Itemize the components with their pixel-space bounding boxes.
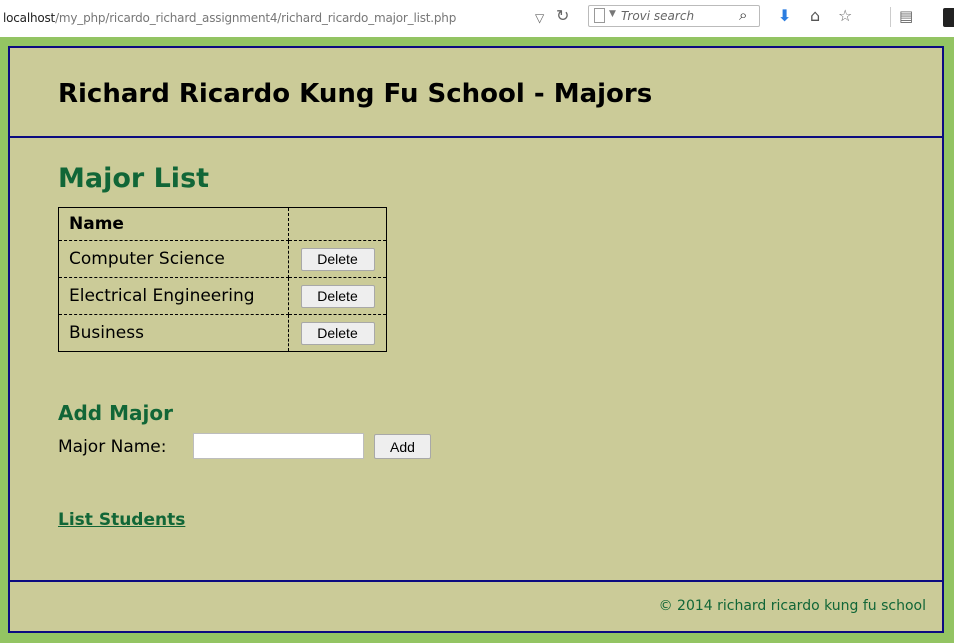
- main-content: Major List Name Computer Science Delete …: [10, 138, 942, 580]
- major-list-heading: Major List: [58, 163, 210, 194]
- page-title: Richard Ricardo Kung Fu School - Majors: [58, 79, 653, 109]
- toolbar-divider: [890, 7, 891, 27]
- page-header: Richard Ricardo Kung Fu School - Majors: [10, 48, 942, 138]
- search-box[interactable]: ▼ Trovi search ⌕: [588, 5, 760, 27]
- delete-button[interactable]: Delete: [300, 284, 375, 308]
- major-name-cell: Business: [58, 314, 289, 352]
- delete-button[interactable]: Delete: [300, 321, 375, 345]
- add-major-heading: Add Major: [58, 401, 173, 425]
- browser-toolbar: localhost/my_php/ricardo_richard_assignm…: [0, 0, 954, 37]
- dropdown-arrow-icon[interactable]: ▽: [535, 8, 544, 28]
- page-background: Richard Ricardo Kung Fu School - Majors …: [0, 37, 954, 643]
- page-container: Richard Ricardo Kung Fu School - Majors …: [8, 46, 944, 633]
- action-cell: Delete: [288, 277, 387, 315]
- table-row: Computer Science Delete: [58, 240, 387, 278]
- major-name-cell: Computer Science: [58, 240, 289, 278]
- footer-copyright: © 2014 richard ricardo kung fu school: [658, 598, 926, 614]
- table-header-row: Name: [58, 207, 387, 241]
- menu-button[interactable]: [943, 8, 954, 27]
- name-column-header: Name: [58, 207, 289, 241]
- page-icon: [594, 8, 605, 23]
- reload-icon[interactable]: ↻: [556, 6, 569, 26]
- url-path: /my_php/ricardo_richard_assignment4/rich…: [55, 11, 457, 25]
- home-icon[interactable]: ⌂: [810, 6, 820, 26]
- major-name-label: Major Name:: [58, 437, 167, 457]
- add-button[interactable]: Add: [374, 434, 431, 459]
- major-name-cell: Electrical Engineering: [58, 277, 289, 315]
- url-host: localhost: [3, 11, 56, 25]
- delete-button[interactable]: Delete: [300, 247, 375, 271]
- page-footer: © 2014 richard ricardo kung fu school: [10, 580, 942, 633]
- majors-table: Name Computer Science Delete Electrical …: [58, 207, 387, 352]
- list-students-link[interactable]: List Students: [58, 510, 185, 530]
- table-row: Electrical Engineering Delete: [58, 277, 387, 315]
- search-placeholder: Trovi search: [621, 9, 695, 23]
- major-name-input[interactable]: [193, 433, 364, 459]
- search-engine-dropdown-icon[interactable]: ▼: [609, 9, 616, 19]
- action-cell: Delete: [288, 314, 387, 352]
- address-bar[interactable]: localhost/my_php/ricardo_richard_assignm…: [3, 11, 456, 25]
- action-cell: Delete: [288, 240, 387, 278]
- bookmark-star-icon[interactable]: ☆: [838, 6, 852, 26]
- table-row: Business Delete: [58, 314, 387, 352]
- search-icon[interactable]: ⌕: [739, 6, 747, 24]
- download-icon[interactable]: ⬇: [778, 6, 791, 26]
- reading-list-icon[interactable]: ▤: [899, 6, 913, 26]
- action-column-header: [288, 207, 387, 241]
